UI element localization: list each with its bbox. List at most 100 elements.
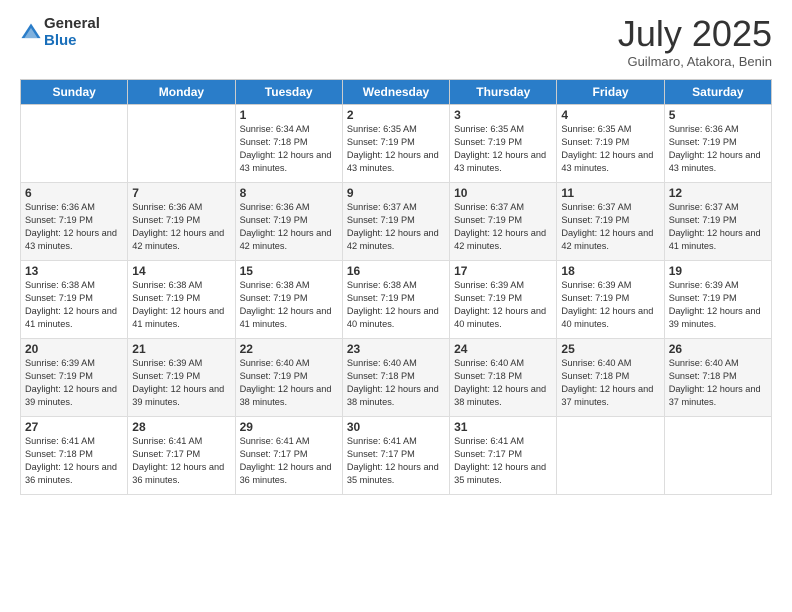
weekday-header-row: SundayMondayTuesdayWednesdayThursdayFrid… bbox=[21, 80, 772, 105]
calendar-cell: 19Sunrise: 6:39 AM Sunset: 7:19 PM Dayli… bbox=[664, 261, 771, 339]
calendar-week-row: 1Sunrise: 6:34 AM Sunset: 7:18 PM Daylig… bbox=[21, 105, 772, 183]
day-number: 2 bbox=[347, 108, 445, 122]
calendar-table: SundayMondayTuesdayWednesdayThursdayFrid… bbox=[20, 79, 772, 495]
day-info: Sunrise: 6:38 AM Sunset: 7:19 PM Dayligh… bbox=[347, 279, 445, 331]
day-info: Sunrise: 6:41 AM Sunset: 7:18 PM Dayligh… bbox=[25, 435, 123, 487]
day-info: Sunrise: 6:41 AM Sunset: 7:17 PM Dayligh… bbox=[240, 435, 338, 487]
day-number: 29 bbox=[240, 420, 338, 434]
calendar-cell: 13Sunrise: 6:38 AM Sunset: 7:19 PM Dayli… bbox=[21, 261, 128, 339]
day-number: 20 bbox=[25, 342, 123, 356]
calendar-week-row: 27Sunrise: 6:41 AM Sunset: 7:18 PM Dayli… bbox=[21, 417, 772, 495]
weekday-header: Monday bbox=[128, 80, 235, 105]
day-number: 5 bbox=[669, 108, 767, 122]
day-number: 24 bbox=[454, 342, 552, 356]
calendar-cell: 7Sunrise: 6:36 AM Sunset: 7:19 PM Daylig… bbox=[128, 183, 235, 261]
day-number: 14 bbox=[132, 264, 230, 278]
calendar-cell: 25Sunrise: 6:40 AM Sunset: 7:18 PM Dayli… bbox=[557, 339, 664, 417]
calendar-cell: 5Sunrise: 6:36 AM Sunset: 7:19 PM Daylig… bbox=[664, 105, 771, 183]
day-number: 18 bbox=[561, 264, 659, 278]
day-number: 8 bbox=[240, 186, 338, 200]
logo: General Blue bbox=[20, 16, 100, 49]
day-info: Sunrise: 6:41 AM Sunset: 7:17 PM Dayligh… bbox=[132, 435, 230, 487]
calendar-cell bbox=[128, 105, 235, 183]
day-number: 13 bbox=[25, 264, 123, 278]
logo-text: General Blue bbox=[44, 16, 100, 49]
logo-blue: Blue bbox=[44, 33, 100, 50]
calendar-cell: 6Sunrise: 6:36 AM Sunset: 7:19 PM Daylig… bbox=[21, 183, 128, 261]
logo-general: General bbox=[44, 16, 100, 33]
day-number: 7 bbox=[132, 186, 230, 200]
calendar-cell: 21Sunrise: 6:39 AM Sunset: 7:19 PM Dayli… bbox=[128, 339, 235, 417]
calendar-week-row: 20Sunrise: 6:39 AM Sunset: 7:19 PM Dayli… bbox=[21, 339, 772, 417]
day-info: Sunrise: 6:38 AM Sunset: 7:19 PM Dayligh… bbox=[240, 279, 338, 331]
day-info: Sunrise: 6:35 AM Sunset: 7:19 PM Dayligh… bbox=[561, 123, 659, 175]
day-number: 6 bbox=[25, 186, 123, 200]
weekday-header: Wednesday bbox=[342, 80, 449, 105]
day-number: 17 bbox=[454, 264, 552, 278]
weekday-header: Friday bbox=[557, 80, 664, 105]
day-info: Sunrise: 6:39 AM Sunset: 7:19 PM Dayligh… bbox=[561, 279, 659, 331]
location-subtitle: Guilmaro, Atakora, Benin bbox=[618, 54, 772, 69]
day-number: 26 bbox=[669, 342, 767, 356]
day-number: 31 bbox=[454, 420, 552, 434]
day-info: Sunrise: 6:40 AM Sunset: 7:18 PM Dayligh… bbox=[669, 357, 767, 409]
header: General Blue July 2025 Guilmaro, Atakora… bbox=[20, 16, 772, 69]
weekday-header: Thursday bbox=[450, 80, 557, 105]
day-number: 1 bbox=[240, 108, 338, 122]
title-section: July 2025 Guilmaro, Atakora, Benin bbox=[618, 16, 772, 69]
day-info: Sunrise: 6:38 AM Sunset: 7:19 PM Dayligh… bbox=[25, 279, 123, 331]
day-info: Sunrise: 6:40 AM Sunset: 7:18 PM Dayligh… bbox=[454, 357, 552, 409]
calendar-cell: 24Sunrise: 6:40 AM Sunset: 7:18 PM Dayli… bbox=[450, 339, 557, 417]
calendar-cell: 16Sunrise: 6:38 AM Sunset: 7:19 PM Dayli… bbox=[342, 261, 449, 339]
day-number: 4 bbox=[561, 108, 659, 122]
calendar-cell: 2Sunrise: 6:35 AM Sunset: 7:19 PM Daylig… bbox=[342, 105, 449, 183]
day-info: Sunrise: 6:34 AM Sunset: 7:18 PM Dayligh… bbox=[240, 123, 338, 175]
calendar-cell: 29Sunrise: 6:41 AM Sunset: 7:17 PM Dayli… bbox=[235, 417, 342, 495]
day-number: 27 bbox=[25, 420, 123, 434]
day-info: Sunrise: 6:39 AM Sunset: 7:19 PM Dayligh… bbox=[454, 279, 552, 331]
page: General Blue July 2025 Guilmaro, Atakora… bbox=[0, 0, 792, 612]
day-info: Sunrise: 6:41 AM Sunset: 7:17 PM Dayligh… bbox=[454, 435, 552, 487]
day-number: 25 bbox=[561, 342, 659, 356]
calendar-cell bbox=[664, 417, 771, 495]
day-info: Sunrise: 6:37 AM Sunset: 7:19 PM Dayligh… bbox=[347, 201, 445, 253]
calendar-cell: 18Sunrise: 6:39 AM Sunset: 7:19 PM Dayli… bbox=[557, 261, 664, 339]
day-info: Sunrise: 6:35 AM Sunset: 7:19 PM Dayligh… bbox=[347, 123, 445, 175]
calendar-cell: 22Sunrise: 6:40 AM Sunset: 7:19 PM Dayli… bbox=[235, 339, 342, 417]
logo-icon bbox=[20, 22, 42, 44]
month-title: July 2025 bbox=[618, 16, 772, 52]
day-info: Sunrise: 6:36 AM Sunset: 7:19 PM Dayligh… bbox=[669, 123, 767, 175]
calendar-cell: 17Sunrise: 6:39 AM Sunset: 7:19 PM Dayli… bbox=[450, 261, 557, 339]
day-number: 12 bbox=[669, 186, 767, 200]
weekday-header: Saturday bbox=[664, 80, 771, 105]
day-info: Sunrise: 6:36 AM Sunset: 7:19 PM Dayligh… bbox=[25, 201, 123, 253]
calendar-cell: 27Sunrise: 6:41 AM Sunset: 7:18 PM Dayli… bbox=[21, 417, 128, 495]
day-number: 15 bbox=[240, 264, 338, 278]
day-number: 28 bbox=[132, 420, 230, 434]
day-info: Sunrise: 6:39 AM Sunset: 7:19 PM Dayligh… bbox=[132, 357, 230, 409]
day-number: 3 bbox=[454, 108, 552, 122]
day-number: 19 bbox=[669, 264, 767, 278]
day-info: Sunrise: 6:37 AM Sunset: 7:19 PM Dayligh… bbox=[561, 201, 659, 253]
calendar-cell: 14Sunrise: 6:38 AM Sunset: 7:19 PM Dayli… bbox=[128, 261, 235, 339]
calendar-cell bbox=[557, 417, 664, 495]
calendar-cell: 10Sunrise: 6:37 AM Sunset: 7:19 PM Dayli… bbox=[450, 183, 557, 261]
weekday-header: Sunday bbox=[21, 80, 128, 105]
calendar-cell: 1Sunrise: 6:34 AM Sunset: 7:18 PM Daylig… bbox=[235, 105, 342, 183]
day-number: 22 bbox=[240, 342, 338, 356]
calendar-week-row: 13Sunrise: 6:38 AM Sunset: 7:19 PM Dayli… bbox=[21, 261, 772, 339]
day-info: Sunrise: 6:39 AM Sunset: 7:19 PM Dayligh… bbox=[25, 357, 123, 409]
calendar-cell bbox=[21, 105, 128, 183]
calendar-cell: 28Sunrise: 6:41 AM Sunset: 7:17 PM Dayli… bbox=[128, 417, 235, 495]
day-number: 30 bbox=[347, 420, 445, 434]
calendar-week-row: 6Sunrise: 6:36 AM Sunset: 7:19 PM Daylig… bbox=[21, 183, 772, 261]
day-number: 9 bbox=[347, 186, 445, 200]
weekday-header: Tuesday bbox=[235, 80, 342, 105]
calendar-cell: 15Sunrise: 6:38 AM Sunset: 7:19 PM Dayli… bbox=[235, 261, 342, 339]
calendar-cell: 3Sunrise: 6:35 AM Sunset: 7:19 PM Daylig… bbox=[450, 105, 557, 183]
calendar-cell: 26Sunrise: 6:40 AM Sunset: 7:18 PM Dayli… bbox=[664, 339, 771, 417]
calendar-cell: 31Sunrise: 6:41 AM Sunset: 7:17 PM Dayli… bbox=[450, 417, 557, 495]
day-info: Sunrise: 6:37 AM Sunset: 7:19 PM Dayligh… bbox=[454, 201, 552, 253]
day-info: Sunrise: 6:40 AM Sunset: 7:18 PM Dayligh… bbox=[347, 357, 445, 409]
day-info: Sunrise: 6:40 AM Sunset: 7:19 PM Dayligh… bbox=[240, 357, 338, 409]
